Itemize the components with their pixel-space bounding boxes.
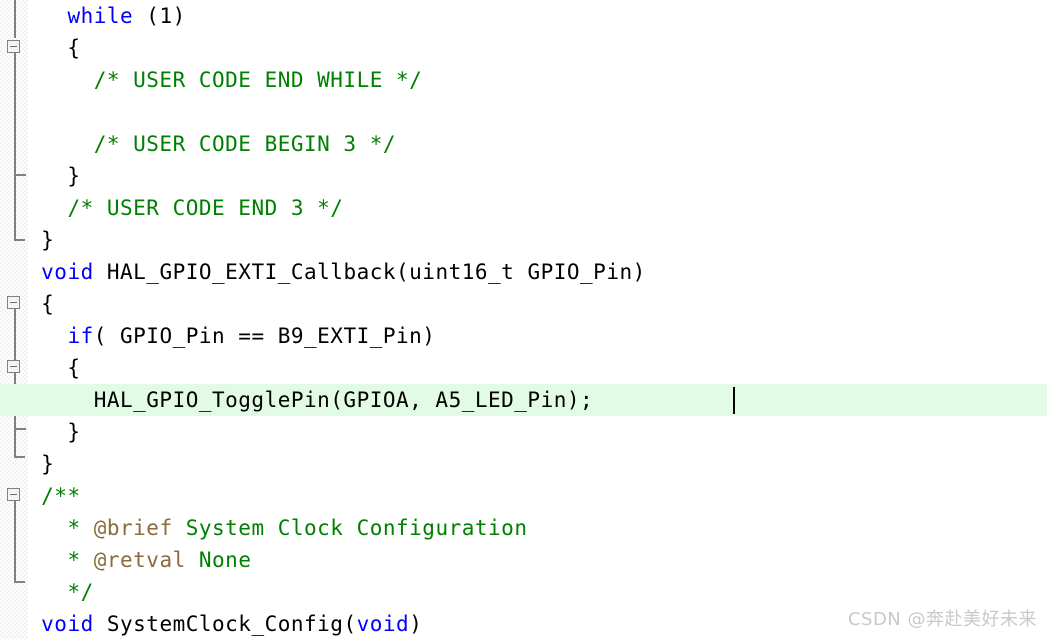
code-token-cmt: System Clock Configuration	[172, 516, 528, 540]
code-token-kw: void	[41, 260, 94, 284]
code-token-kw: while	[67, 4, 134, 28]
code-line[interactable]: void HAL_GPIO_EXTI_Callback(uint16_t GPI…	[0, 256, 1047, 288]
code-line[interactable]: * @brief System Clock Configuration	[0, 512, 1047, 544]
code-token-plain: }	[28, 164, 81, 188]
text-caret	[733, 387, 735, 414]
code-token-plain: {	[28, 36, 81, 60]
code-line[interactable]: */	[0, 576, 1047, 608]
code-token-plain: (1)	[133, 4, 186, 28]
code-token-cmt: None	[185, 548, 252, 572]
code-token-plain: HAL_GPIO_EXTI_Callback(uint16_t GPIO_Pin…	[93, 260, 646, 284]
code-token-cmt: *	[67, 516, 94, 540]
code-token-cmt: /* USER CODE END 3 */	[67, 196, 344, 220]
code-token-plain: SystemClock_Config(	[93, 612, 357, 636]
code-line[interactable]: {	[0, 32, 1047, 64]
code-line[interactable]: {	[0, 352, 1047, 384]
code-token-cmt: *	[67, 548, 94, 572]
code-token-plain: {	[28, 292, 55, 316]
code-editor[interactable]: while (1) { /* USER CODE END WHILE */ /*…	[0, 0, 1047, 639]
code-token-cmt: */	[67, 580, 94, 604]
code-line[interactable]	[0, 96, 1047, 128]
code-line[interactable]: }	[0, 448, 1047, 480]
code-token-plain: )	[409, 612, 423, 636]
code-line[interactable]: while (1)	[0, 0, 1047, 32]
code-line[interactable]: /* USER CODE END WHILE */	[0, 64, 1047, 96]
code-line[interactable]: if( GPIO_Pin == B9_EXTI_Pin)	[0, 320, 1047, 352]
code-line[interactable]: }	[0, 160, 1047, 192]
code-line[interactable]: HAL_GPIO_TogglePin(GPIOA, A5_LED_Pin);	[0, 384, 1047, 416]
watermark-label: CSDN @奔赴美好未来	[847, 609, 1037, 630]
code-token-cmt: /* USER CODE BEGIN 3 */	[93, 132, 397, 156]
code-line[interactable]: /* USER CODE END 3 */	[0, 192, 1047, 224]
code-line[interactable]: * @retval None	[0, 544, 1047, 576]
code-line[interactable]: /* USER CODE BEGIN 3 */	[0, 128, 1047, 160]
code-token-plain: }	[28, 420, 81, 444]
code-token-kw: void	[41, 612, 94, 636]
code-line[interactable]: {	[0, 288, 1047, 320]
code-token-plain: }	[28, 228, 55, 252]
code-token-plain: }	[28, 452, 55, 476]
code-text-surface[interactable]: while (1) { /* USER CODE END WHILE */ /*…	[0, 0, 1047, 639]
code-token-cmt: /* USER CODE END WHILE */	[93, 68, 423, 92]
code-line[interactable]: }	[0, 224, 1047, 256]
code-line[interactable]: /**	[0, 480, 1047, 512]
code-token-doc: @brief	[93, 516, 173, 540]
code-line[interactable]: }	[0, 416, 1047, 448]
code-token-kw: void	[356, 612, 410, 636]
code-token-cmt: /**	[41, 484, 81, 508]
code-token-doc: @retval	[93, 548, 186, 572]
code-token-plain: {	[28, 356, 81, 380]
code-token-plain: HAL_GPIO_TogglePin(GPIOA, A5_LED_Pin);	[28, 388, 607, 412]
code-token-plain: ( GPIO_Pin == B9_EXTI_Pin)	[93, 324, 436, 348]
code-token-kw: if	[67, 324, 94, 348]
